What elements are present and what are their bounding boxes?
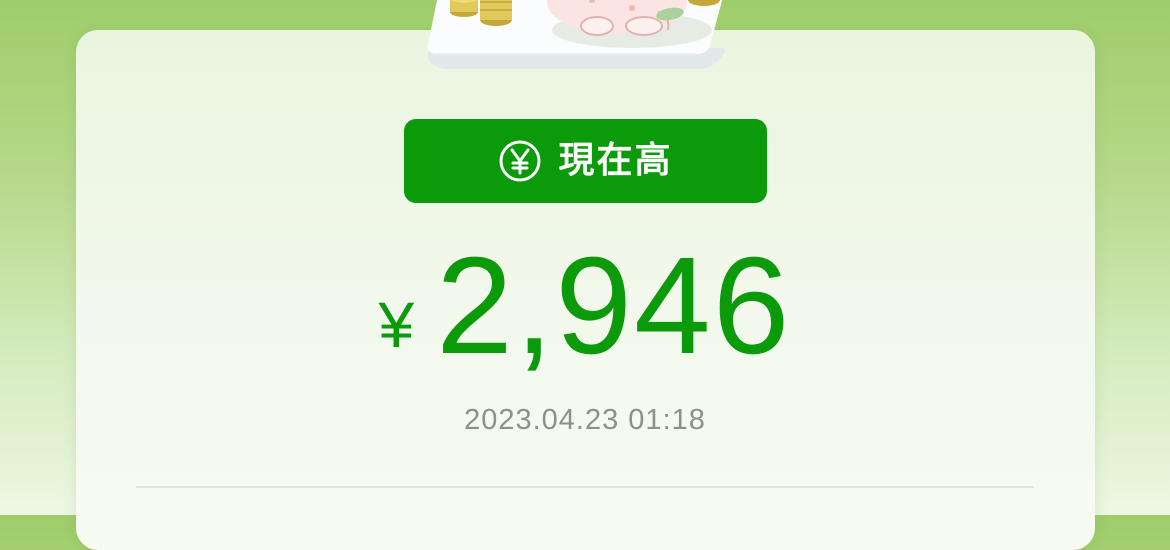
current-balance-badge[interactable]: 現在高 xyxy=(404,119,767,203)
balance-timestamp: 2023.04.23 01:18 xyxy=(464,404,706,436)
coin-stack-piggy-illustration xyxy=(427,0,725,69)
balance-amount: 2,946 xyxy=(436,229,792,383)
yen-coin-icon xyxy=(499,140,541,182)
currency-symbol: ¥ xyxy=(378,289,415,361)
balance-amount-row: ¥ 2,946 xyxy=(0,235,1170,375)
divider xyxy=(136,486,1034,488)
current-balance-label: 現在高 xyxy=(558,140,673,181)
